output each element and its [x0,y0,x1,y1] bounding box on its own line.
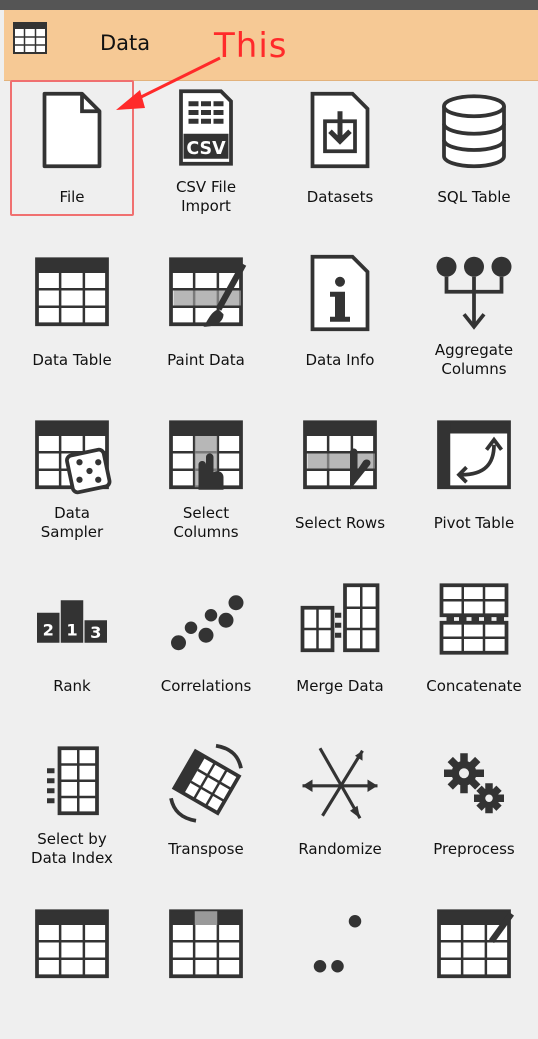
widget-outliers[interactable] [278,895,402,1031]
widget-data-sampler[interactable]: Data Sampler [10,406,134,542]
widget-select-by-data-index[interactable]: Select by Data Index [10,732,134,868]
widget-rank[interactable]: 2 1 3 Rank [10,569,134,705]
svg-text:2: 2 [43,620,54,639]
widget-label: Data Table [32,350,112,369]
window-top-bar [0,0,538,10]
widget-paint-data[interactable]: Paint Data [144,243,268,379]
widget-data-info[interactable]: Data Info [278,243,402,379]
select-by-index-icon [47,746,99,816]
widget-label: Preprocess [433,839,515,858]
edit-domain-icon [437,909,515,979]
widget-label: Concatenate [426,676,522,695]
widget-label [412,985,536,1039]
widget-preprocess[interactable]: Preprocess [412,732,536,868]
transpose-icon [169,743,243,823]
widget-randomize[interactable]: Randomize [278,732,402,868]
select-rows-icon [303,420,377,490]
widget-data-table[interactable]: Data Table [10,243,134,379]
widget-pivot-table[interactable]: Pivot Table [412,406,536,542]
paint-icon [169,257,247,327]
widget-transpose[interactable]: Transpose [144,732,268,868]
preprocess-icon [444,753,504,814]
concatenate-icon [439,583,509,655]
aggregate-icon [436,256,512,330]
widget-label: Data Info [305,350,375,369]
csv-icon: CSV [179,89,233,166]
widget-label: Pivot Table [433,513,515,532]
database-icon [442,94,506,169]
widget-label: File [59,187,85,206]
widget-csv-file-import[interactable]: CSV CSV File Import [144,80,268,216]
table-icon [13,22,47,54]
widget-label: Correlations [160,676,252,695]
select-columns-icon [169,420,243,490]
widget-edit-domain[interactable] [412,895,536,1031]
widget-label [10,985,134,1039]
outliers-icon [313,915,362,973]
widget-select-columns[interactable]: Select Columns [144,406,268,542]
widget-label: Data Sampler [40,504,104,541]
widget-label [278,985,402,1039]
widget-select-rows[interactable]: Select Rows [278,406,402,542]
widget-label: Select by Data Index [31,830,113,867]
widget-datasets[interactable]: Datasets [278,80,402,216]
widget-grid: File CSV CSV File Import Datasets SQL Ta… [4,80,538,979]
widget-label: Rank [53,676,91,695]
widget-label: Select Rows [294,513,386,532]
widget-correlations[interactable]: Correlations [144,569,268,705]
impute-icon [169,909,243,979]
annotation-label: This [214,26,288,66]
widget-label: Aggregate Columns [434,341,514,378]
widget-apply-domain[interactable] [10,895,134,1031]
sampler-icon [35,420,112,495]
randomize-icon [302,747,378,820]
widget-label: SQL Table [437,187,511,206]
widget-label: Select Columns [173,504,239,541]
correlations-icon [171,595,244,651]
category-title: Data [100,31,151,55]
pivot-icon [437,420,511,490]
widget-merge-data[interactable]: Merge Data [278,569,402,705]
widget-aggregate-columns[interactable]: Aggregate Columns [412,243,536,379]
rank-icon: 213 [37,600,107,643]
file-icon [42,91,102,169]
widget-label: CSV File Import [175,178,237,215]
widget-label: Paint Data [167,350,245,369]
merge-icon [300,583,380,653]
widget-label: Randomize [298,839,382,858]
datasets-icon [310,91,370,169]
widget-label: Merge Data [296,676,384,695]
info-icon [310,254,370,332]
svg-text:CSV: CSV [186,139,226,159]
widget-impute[interactable] [144,895,268,1031]
widget-label: Datasets [306,187,374,206]
widget-concatenate[interactable]: Concatenate [412,569,536,705]
widget-label: Transpose [168,839,244,858]
widget-sql-table[interactable]: SQL Table [412,80,536,216]
svg-text:1: 1 [66,620,77,639]
table-icon [35,257,109,327]
widget-file[interactable]: File [10,80,134,216]
svg-text:3: 3 [90,623,101,642]
apply-domain-icon [35,909,109,979]
widget-label [144,985,268,1039]
